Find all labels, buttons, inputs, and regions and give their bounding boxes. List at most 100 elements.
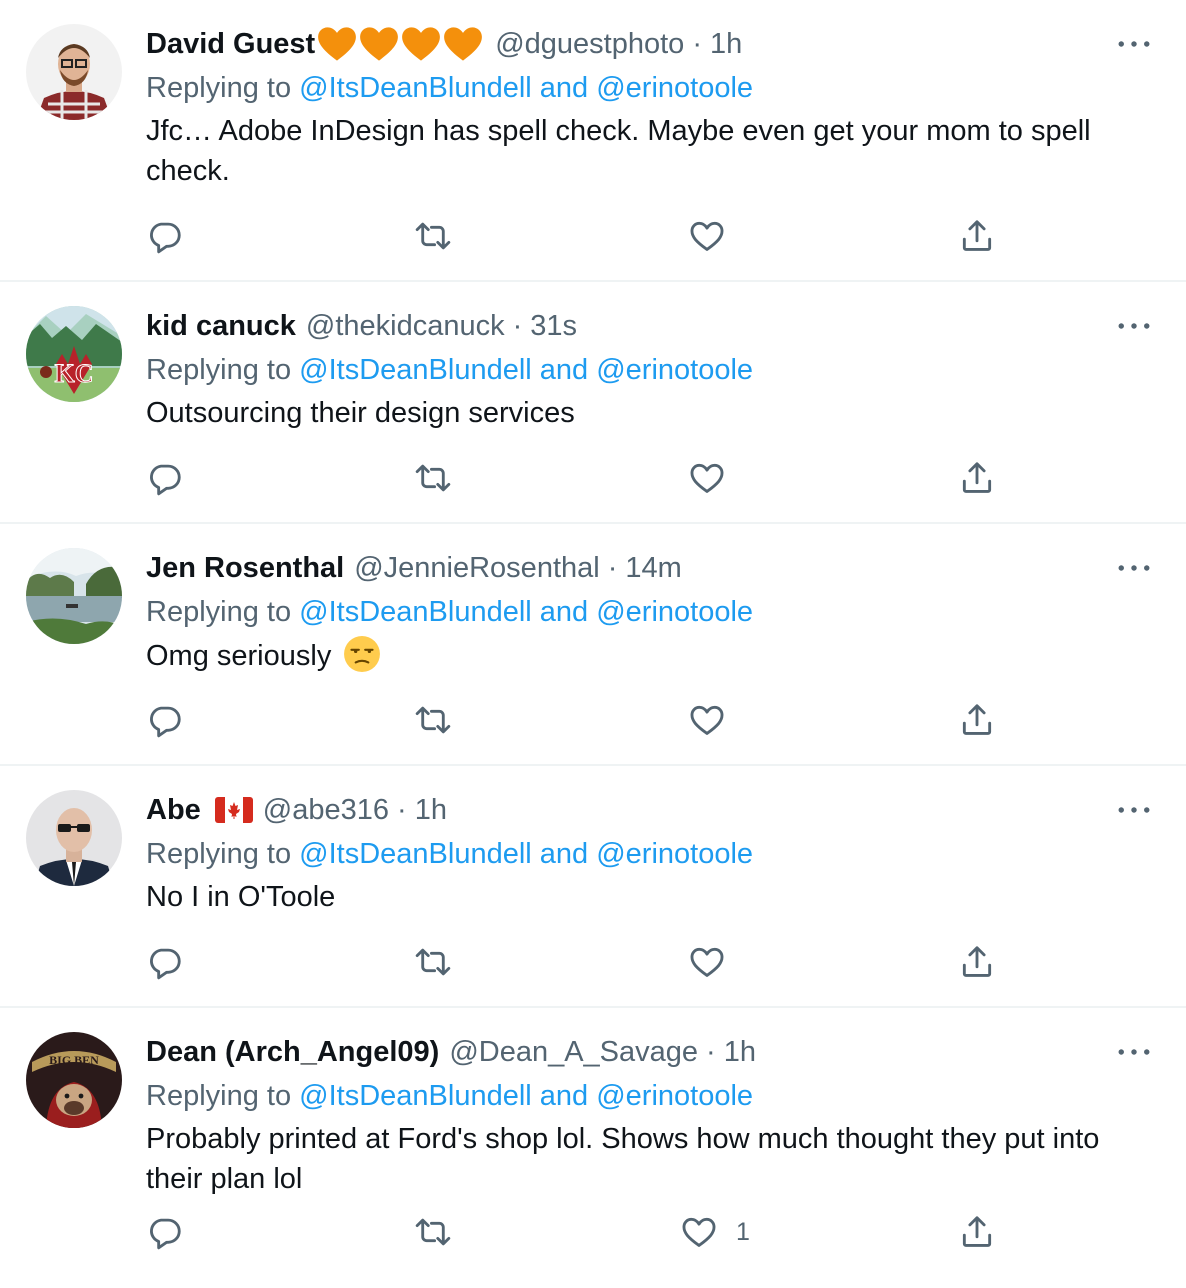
timestamp[interactable]: 1h [710,22,742,66]
tweet-text: Probably printed at Ford's shop lol. Sho… [146,1123,1100,1195]
timestamp[interactable]: 1h [724,1030,756,1074]
like-count: 1 [736,1217,750,1246]
reply-button[interactable] [146,216,184,256]
username[interactable]: @abe316 [263,788,389,832]
avatar[interactable] [26,548,122,644]
more-icon [1118,323,1150,329]
share-button[interactable] [958,942,996,982]
canada-flag-icon [214,797,253,823]
share-button[interactable] [958,700,996,740]
avatar[interactable]: KC [26,306,122,402]
tweet-header: Abe @abe316 · 1h [146,788,1154,832]
username[interactable]: @JennieRosenthal [354,546,599,590]
tweet-header: kid canuck @thekidcanuck · 31s [146,304,1154,348]
like-button[interactable] [688,942,744,982]
more-icon [1118,807,1150,813]
separator: · [706,1036,716,1068]
replying-to: Replying to @ItsDeanBlundell and @erinot… [146,1074,1154,1118]
avatar[interactable] [26,24,122,120]
reply-icon [150,1218,181,1250]
replying-prefix: Replying to [146,354,292,386]
more-button[interactable] [1114,546,1154,590]
timestamp[interactable]: 31s [530,304,577,348]
replying-prefix: Replying to [146,1080,292,1112]
replying-prefix: Replying to [146,596,292,628]
like-button[interactable] [688,458,744,498]
reply-icon [150,464,181,496]
tweet-actions [146,458,1146,498]
share-button[interactable] [958,1212,996,1252]
timestamp[interactable]: 14m [625,546,681,590]
avatar[interactable]: BIG BEN [26,1032,122,1128]
username[interactable]: @thekidcanuck [306,304,505,348]
display-name[interactable]: Jen Rosenthal [146,546,344,590]
replying-to-link[interactable]: @ItsDeanBlundell and @erinotoole [299,1080,753,1112]
separator: · [692,28,702,60]
retweet-button[interactable] [414,942,452,982]
tweet-actions [146,700,1146,740]
separator: · [397,794,407,826]
more-button[interactable] [1114,304,1154,348]
reply-button[interactable] [146,458,184,498]
avatar[interactable] [26,790,122,886]
retweet-icon [415,948,451,976]
username[interactable]: @Dean_A_Savage [449,1030,698,1074]
username[interactable]: @dguestphoto [495,22,684,66]
reply-button[interactable] [146,942,184,982]
display-name[interactable]: David Guest [146,22,315,66]
retweet-button[interactable] [414,216,452,256]
replying-to: Replying to @ItsDeanBlundell and @erinot… [146,66,1154,110]
retweet-icon [415,706,451,734]
separator: · [607,552,618,584]
tweet-actions [146,216,1146,256]
unamused-face-icon [344,636,381,672]
share-button[interactable] [958,458,996,498]
tweet[interactable]: David Guest @dguestphoto · 1h Replying t… [0,0,1186,282]
svg-text:KC: KC [55,359,94,388]
more-icon [1118,41,1150,47]
orange-heart-icon [360,27,399,61]
retweet-icon [415,222,451,250]
display-name[interactable]: Abe [146,788,201,832]
share-button[interactable] [958,216,996,256]
share-icon [962,1216,992,1247]
tweet[interactable]: KC kid canuck @thekidcanuck · 31s Replyi… [0,282,1186,524]
replying-to-link[interactable]: @ItsDeanBlundell and @erinotoole [299,838,753,870]
more-button[interactable] [1114,22,1154,66]
like-icon [690,947,724,977]
tweet-header: David Guest @dguestphoto · 1h [146,22,1154,66]
replying-to: Replying to @ItsDeanBlundell and @erinot… [146,832,1154,876]
like-button[interactable]: 1 [680,1212,750,1252]
replying-to-link[interactable]: @ItsDeanBlundell and @erinotoole [299,354,753,386]
retweet-button[interactable] [414,700,452,740]
replying-to: Replying to @ItsDeanBlundell and @erinot… [146,348,1154,392]
tweet-text: No I in O'Toole [146,881,336,913]
tweet[interactable]: BIG BEN Dean (Arch_Angel09) @Dean_A_Sava… [0,1008,1186,1288]
retweet-button[interactable] [414,1212,452,1252]
like-button[interactable] [688,700,744,740]
like-button[interactable] [688,216,744,256]
share-icon [962,220,992,251]
display-name[interactable]: kid canuck [146,304,296,348]
more-button[interactable] [1114,1030,1154,1074]
retweet-button[interactable] [414,458,452,498]
replying-to-link[interactable]: @ItsDeanBlundell and @erinotoole [299,72,753,104]
tweet[interactable]: Jen Rosenthal @JennieRosenthal · 14m Rep… [0,524,1186,766]
orange-heart-icon [402,27,441,61]
orange-heart-icon [444,27,483,61]
tweet[interactable]: Abe @abe316 · 1h Replying to @ItsDeanBlu… [0,766,1186,1008]
replying-to-link[interactable]: @ItsDeanBlundell and @erinotoole [299,596,753,628]
tweet-actions [146,942,1146,982]
more-button[interactable] [1114,788,1154,832]
reply-icon [150,948,181,980]
reply-button[interactable] [146,700,184,740]
timestamp[interactable]: 1h [415,788,447,832]
like-icon [690,221,724,251]
display-name[interactable]: Dean (Arch_Angel09) [146,1030,439,1074]
retweet-icon [415,1218,451,1246]
reply-icon [150,706,181,738]
more-icon [1118,1049,1150,1055]
orange-heart-icon [318,27,357,61]
tweet-header: Dean (Arch_Angel09) @Dean_A_Savage · 1h [146,1030,1154,1074]
reply-button[interactable] [146,1212,184,1252]
